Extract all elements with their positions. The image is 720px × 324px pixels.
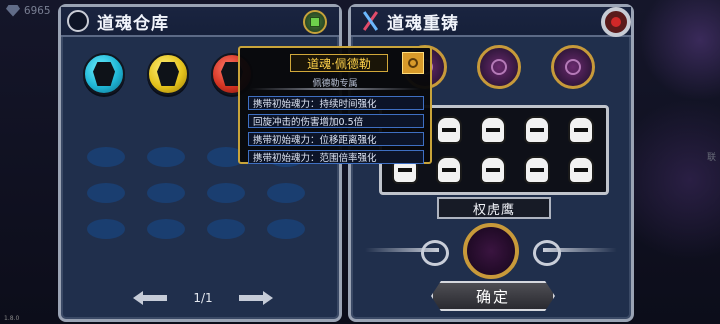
crossed-swords-icon (361, 10, 379, 32)
socket-rune-icon (491, 59, 507, 75)
soul-orb-row (83, 53, 253, 95)
empty-slot[interactable] (267, 183, 305, 203)
selected-hero-name-text: 权虎鹰 (472, 202, 515, 218)
edge-text: 联 (706, 153, 716, 163)
tooltip-effect: 携带初始魂力：范围倍率强化 (248, 150, 424, 164)
panel-header: 道魂重铸 (351, 7, 631, 37)
reforge-title: 道魂重铸 (387, 13, 459, 34)
hero-face-icon (436, 156, 462, 184)
hero-face-icon (568, 156, 594, 184)
hero-portrait[interactable] (518, 152, 556, 188)
gem-counter: 6965 (6, 4, 51, 17)
soul-face-icon (93, 62, 115, 86)
close-button[interactable] (597, 5, 637, 39)
empty-slot[interactable] (147, 219, 185, 239)
tooltip-divider (250, 88, 420, 90)
hero-portrait[interactable] (562, 152, 600, 188)
hero-portrait[interactable] (430, 152, 468, 188)
confirm-button[interactable]: 确定 (431, 281, 555, 311)
close-icon (601, 7, 631, 37)
hero-face-icon (524, 116, 550, 144)
hero-face-icon (480, 156, 506, 184)
soul-face-icon (157, 62, 179, 86)
hero-face-icon (568, 116, 594, 144)
next-page-arrow-icon[interactable] (239, 291, 273, 305)
soul-orb-yellow[interactable] (147, 53, 189, 95)
empty-slot[interactable] (87, 147, 125, 167)
hero-portrait[interactable] (474, 112, 512, 148)
soul-orb-cyan[interactable] (83, 53, 125, 95)
confirm-label: 确定 (475, 287, 510, 306)
empty-slot[interactable] (147, 183, 185, 203)
pager: 1/1 (133, 291, 273, 305)
tooltip-effect-list: 携带初始魂力：持续时间强化 回旋冲击的伤害增加0.5倍 携带初始魂力：位移距离强… (248, 96, 424, 164)
tooltip-title: 道魂·佩德勒 (307, 56, 371, 71)
selected-hero-name: 权虎鹰 (437, 197, 551, 219)
tooltip-title-box: 道魂·佩德勒 (290, 54, 388, 72)
hero-portrait[interactable] (430, 112, 468, 148)
ornament-wing-icon (365, 237, 449, 266)
hero-face-icon (436, 116, 462, 144)
empty-slot[interactable] (207, 183, 245, 203)
grid-icon (310, 17, 320, 27)
panel-header: 道魂仓库 (61, 7, 339, 37)
tooltip-effect: 回旋冲击的伤害增加0.5倍 (248, 114, 424, 128)
prev-page-arrow-icon[interactable] (133, 291, 167, 305)
reforge-socket[interactable] (551, 45, 595, 89)
tooltip-effect: 携带初始魂力：位移距离强化 (248, 132, 424, 146)
tooltip-effect: 携带初始魂力：持续时间强化 (248, 96, 424, 110)
hero-portrait[interactable] (562, 112, 600, 148)
reforge-center-socket[interactable] (463, 223, 519, 279)
tooltip-badge-icon (402, 52, 424, 74)
hero-face-icon (480, 116, 506, 144)
empty-slot[interactable] (267, 219, 305, 239)
gem-count: 6965 (24, 4, 51, 17)
medallion-icon (67, 10, 89, 32)
gem-icon (6, 4, 20, 17)
warehouse-title: 道魂仓库 (97, 13, 169, 34)
ornament-wing-icon (533, 237, 617, 263)
version-label: 1.8.0 (4, 315, 20, 322)
empty-slot[interactable] (87, 219, 125, 239)
page-indicator: 1/1 (193, 291, 213, 305)
hero-face-icon (524, 156, 550, 184)
empty-slot[interactable] (207, 219, 245, 239)
badge-ring-icon (408, 58, 418, 68)
empty-slot[interactable] (147, 147, 185, 167)
empty-slot[interactable] (87, 183, 125, 203)
reforge-socket[interactable] (477, 45, 521, 89)
socket-rune-icon (565, 59, 581, 75)
hero-portrait[interactable] (474, 152, 512, 188)
grid-view-button[interactable] (303, 10, 327, 34)
hero-portrait[interactable] (518, 112, 556, 148)
soul-tooltip: 道魂·佩德勒 佩德勒专属 携带初始魂力：持续时间强化 回旋冲击的伤害增加0.5倍… (238, 46, 432, 164)
